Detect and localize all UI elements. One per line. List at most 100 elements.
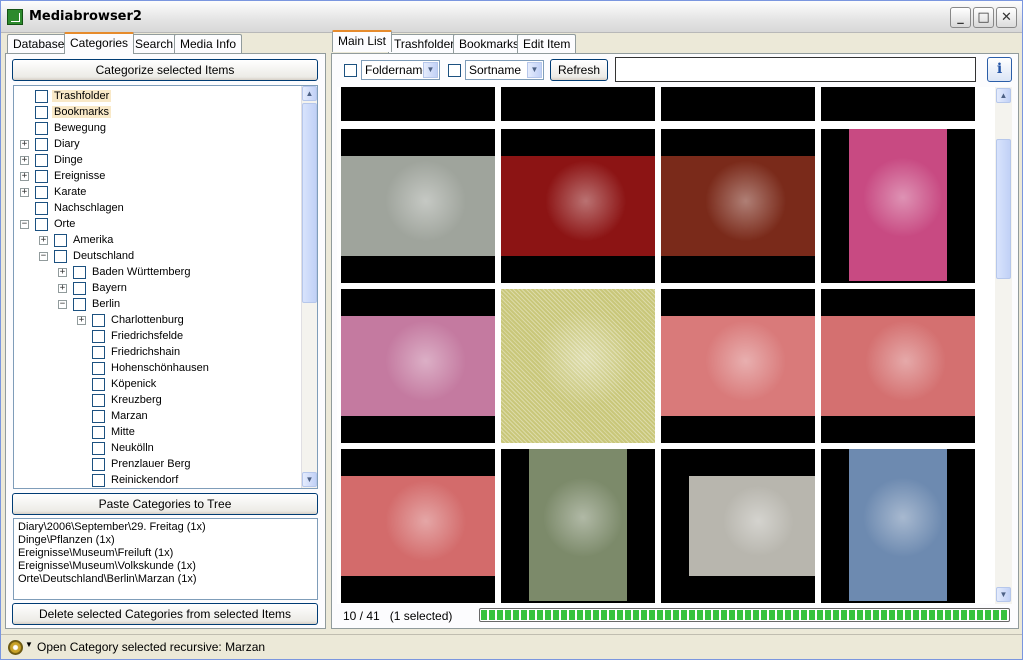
thumbnail-item[interactable] (661, 449, 815, 603)
chevron-down-icon[interactable]: ▼ (25, 640, 33, 649)
tree-item-label[interactable]: Reinickendorf (109, 474, 180, 486)
thumbnail-item[interactable] (341, 87, 495, 121)
minimize-button[interactable]: _ (950, 7, 971, 28)
collapse-icon[interactable]: − (58, 299, 67, 309)
thumbnail-item[interactable] (661, 129, 815, 283)
gear-icon[interactable] (8, 640, 23, 655)
thumbnail-item[interactable] (341, 129, 495, 283)
collapse-icon[interactable]: − (20, 219, 29, 229)
tree-checkbox[interactable] (73, 281, 86, 295)
tree-item[interactable]: Hohenschönhausen (77, 360, 211, 376)
expand-icon[interactable]: + (58, 283, 67, 293)
thumbnail-item[interactable] (821, 129, 975, 283)
tree-item[interactable]: Friedrichsfelde (77, 328, 185, 344)
tree-item-label[interactable]: Bookmarks (52, 106, 112, 119)
tree-item-label[interactable]: Berlin (90, 298, 122, 310)
expand-icon[interactable]: + (20, 155, 29, 165)
info-icon[interactable]: i (987, 57, 1012, 82)
tree-checkbox[interactable] (92, 409, 105, 423)
tree-item[interactable]: Prenzlauer Berg (77, 456, 193, 472)
title-bar[interactable]: Mediabrowser2 _ □ ✕ (1, 1, 1022, 33)
sort-combo[interactable]: Sortname ▼ (465, 60, 544, 80)
tree-checkbox[interactable] (35, 217, 48, 231)
thumbnail-item[interactable] (501, 289, 655, 443)
tree-item-label[interactable]: Trashfolder (52, 90, 112, 103)
thumbnail-item[interactable] (341, 289, 495, 443)
categorize-selected-button[interactable]: Categorize selected Items (12, 59, 318, 81)
tree-item-label[interactable]: Charlottenburg (109, 314, 186, 326)
tree-checkbox[interactable] (35, 105, 48, 119)
list-item[interactable]: Diary\2006\September\29. Freitag (1x) (18, 521, 313, 534)
expand-icon[interactable]: + (39, 235, 48, 245)
tree-item[interactable]: + Bayern (58, 280, 129, 296)
tree-item-label[interactable]: Neukölln (109, 442, 156, 454)
tree-item-label[interactable]: Prenzlauer Berg (109, 458, 193, 470)
scroll-thumb[interactable] (302, 103, 317, 303)
tree-item[interactable]: Trashfolder (20, 88, 112, 104)
tree-item-label[interactable]: Marzan (109, 410, 150, 422)
tree-checkbox[interactable] (35, 89, 48, 103)
tree-item[interactable]: + Dinge (20, 152, 85, 168)
thumbnail-item[interactable] (501, 129, 655, 283)
maximize-button[interactable]: □ (973, 7, 994, 28)
tree-item[interactable]: − Berlin (58, 296, 122, 312)
tree-item[interactable]: − Orte (20, 216, 77, 232)
expand-icon[interactable]: + (20, 187, 29, 197)
tree-item[interactable]: Reinickendorf (77, 472, 180, 488)
tree-checkbox[interactable] (35, 201, 48, 215)
thumbnail-item[interactable] (661, 289, 815, 443)
tree-checkbox[interactable] (35, 137, 48, 151)
tab-edit-item[interactable]: Edit Item (517, 34, 577, 54)
tree-item-label[interactable]: Mitte (109, 426, 137, 438)
tab-categories[interactable]: Categories (64, 32, 135, 54)
tree-item[interactable]: Kreuzberg (77, 392, 164, 408)
tree-item[interactable]: + Charlottenburg (77, 312, 186, 328)
collapse-icon[interactable]: − (39, 251, 48, 261)
tree-checkbox[interactable] (92, 313, 105, 327)
close-button[interactable]: ✕ (996, 7, 1017, 28)
tree-item-label[interactable]: Amerika (71, 234, 115, 246)
tree-item-label[interactable]: Baden Württemberg (90, 266, 192, 278)
folder-combo[interactable]: Foldername ▼ (361, 60, 440, 80)
tree-item[interactable]: + Diary (20, 136, 82, 152)
expand-icon[interactable]: + (20, 139, 29, 149)
tree-checkbox[interactable] (92, 329, 105, 343)
tree-item[interactable]: + Ereignisse (20, 168, 107, 184)
tab-bookmarks[interactable]: Bookmarks (453, 34, 526, 54)
tree-item-label[interactable]: Nachschlagen (52, 202, 126, 214)
list-item[interactable]: Dinge\Pflanzen (1x) (18, 534, 313, 547)
tree-item-label[interactable]: Dinge (52, 154, 85, 166)
tree-checkbox[interactable] (54, 249, 67, 263)
tree-item-label[interactable]: Bewegung (52, 122, 108, 134)
tree-item-label[interactable]: Köpenick (109, 378, 158, 390)
tree-checkbox[interactable] (92, 473, 105, 487)
chevron-down-icon[interactable]: ▼ (527, 62, 542, 78)
thumbnail-item[interactable] (821, 289, 975, 443)
tree-item[interactable]: + Karate (20, 184, 88, 200)
tree-checkbox[interactable] (73, 265, 86, 279)
tree-checkbox[interactable] (92, 361, 105, 375)
tree-checkbox[interactable] (73, 297, 86, 311)
tree-item[interactable]: Friedrichshain (77, 344, 182, 360)
paste-categories-button[interactable]: Paste Categories to Tree (12, 493, 318, 515)
tree-checkbox[interactable] (35, 153, 48, 167)
tree-checkbox[interactable] (35, 121, 48, 135)
thumbnail-item[interactable] (341, 449, 495, 603)
tree-item[interactable]: Nachschlagen (20, 200, 126, 216)
tree-item-label[interactable]: Deutschland (71, 250, 136, 262)
tree-item[interactable]: Mitte (77, 424, 137, 440)
filter-input[interactable] (615, 57, 976, 82)
expand-icon[interactable]: + (58, 267, 67, 277)
list-item[interactable]: Ereignisse\Museum\Volkskunde (1x) (18, 560, 313, 573)
tree-item-label[interactable]: Diary (52, 138, 82, 150)
thumbnail-grid[interactable] (337, 87, 995, 604)
tab-database[interactable]: Database (7, 34, 71, 54)
scroll-down-arrow-icon[interactable]: ▼ (996, 587, 1011, 602)
folder-sort-checkbox[interactable] (344, 64, 357, 77)
tree-item[interactable]: − Deutschland (39, 248, 136, 264)
assigned-categories-list[interactable]: Diary\2006\September\29. Freitag (1x) Di… (13, 518, 318, 600)
tab-search[interactable]: Search (129, 34, 180, 54)
refresh-button[interactable]: Refresh (550, 59, 608, 81)
scroll-up-arrow-icon[interactable]: ▲ (996, 88, 1011, 103)
tree-checkbox[interactable] (92, 441, 105, 455)
